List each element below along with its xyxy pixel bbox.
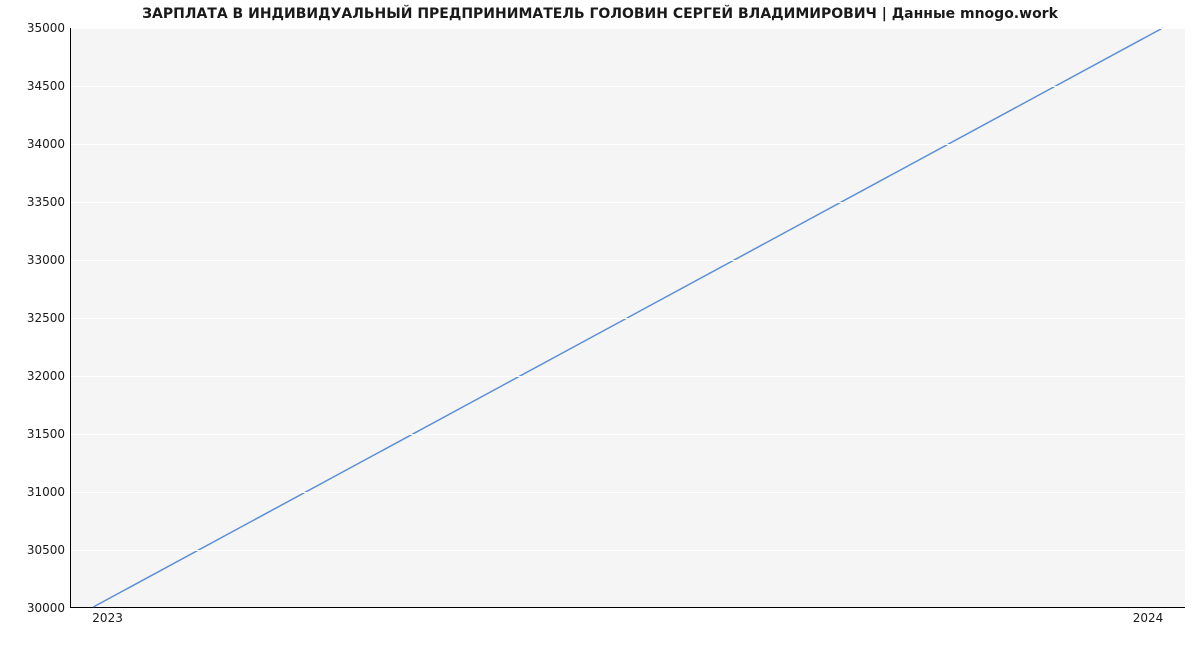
plot-area	[70, 28, 1185, 608]
y-tick-label: 31000	[5, 485, 65, 499]
gridline	[71, 376, 1185, 377]
y-tick-label: 32000	[5, 369, 65, 383]
x-tick-label: 2024	[1133, 611, 1164, 625]
gridline	[71, 260, 1185, 261]
gridline	[71, 318, 1185, 319]
y-tick-label: 31500	[5, 427, 65, 441]
y-tick-label: 32500	[5, 311, 65, 325]
y-tick-label: 34000	[5, 137, 65, 151]
gridline	[71, 144, 1185, 145]
gridline	[71, 86, 1185, 87]
y-tick-label: 34500	[5, 79, 65, 93]
x-tick-label: 2023	[92, 611, 123, 625]
gridline	[71, 28, 1185, 29]
y-tick-label: 33000	[5, 253, 65, 267]
gridline	[71, 202, 1185, 203]
y-tick-label: 30000	[5, 601, 65, 615]
gridline	[71, 492, 1185, 493]
chart-container: ЗАРПЛАТА В ИНДИВИДУАЛЬНЫЙ ПРЕДПРИНИМАТЕЛ…	[0, 0, 1200, 650]
chart-title: ЗАРПЛАТА В ИНДИВИДУАЛЬНЫЙ ПРЕДПРИНИМАТЕЛ…	[0, 6, 1200, 22]
gridline	[71, 550, 1185, 551]
y-tick-label: 35000	[5, 21, 65, 35]
y-tick-label: 30500	[5, 543, 65, 557]
y-tick-label: 33500	[5, 195, 65, 209]
gridline	[71, 434, 1185, 435]
gridline	[71, 608, 1185, 609]
